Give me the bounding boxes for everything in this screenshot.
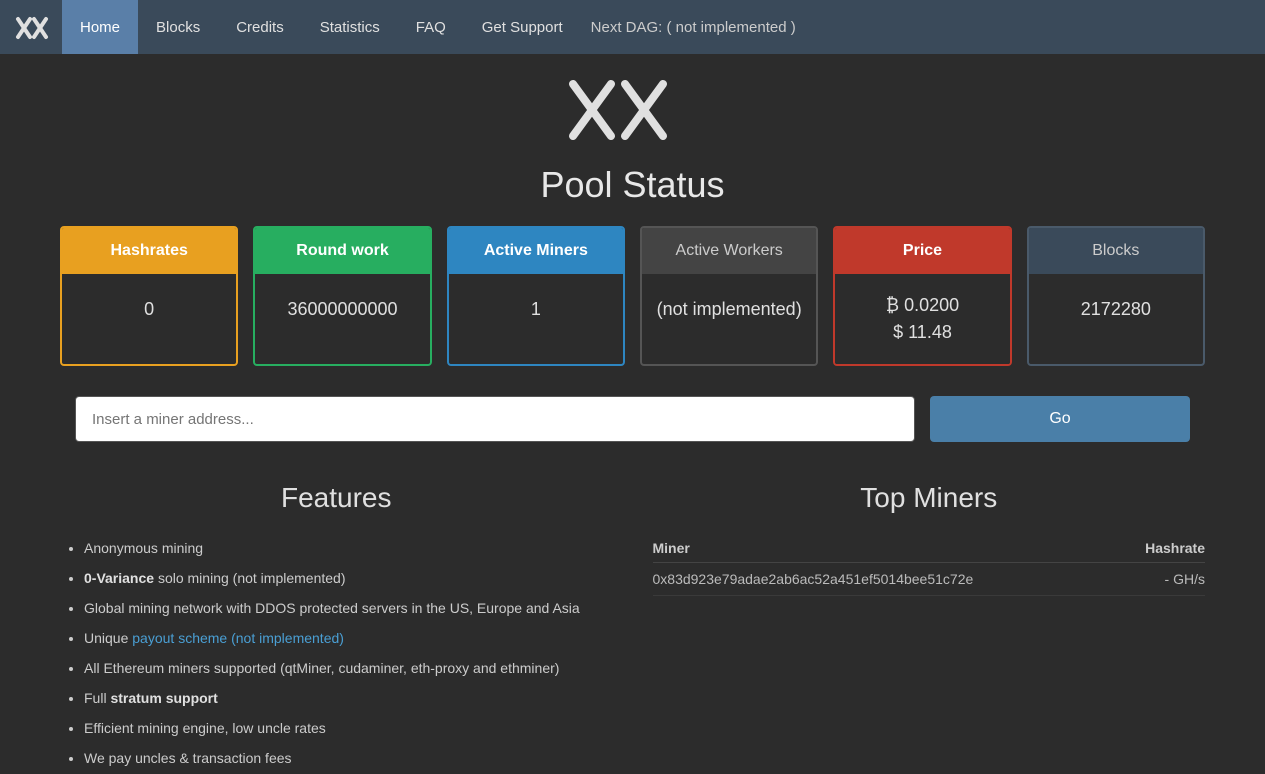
nav-item-home[interactable]: Home — [62, 0, 138, 54]
col-miner-header: Miner — [653, 534, 1119, 563]
table-row: 0x83d923e79adae2ab6ac52a451ef5014bee51c7… — [653, 563, 1206, 596]
card-hashrates-value: 0 — [62, 274, 236, 344]
features-list: Anonymous mining 0-Variance solo mining … — [60, 534, 613, 772]
top-miners-section: Top Miners Miner Hashrate 0x83d923e79ada… — [653, 482, 1206, 774]
card-roundwork-label: Round work — [255, 228, 429, 274]
nav-item-statistics[interactable]: Statistics — [302, 0, 398, 54]
card-workers-label: Active Workers — [642, 228, 816, 274]
miner-address: 0x83d923e79adae2ab6ac52a451ef5014bee51c7… — [653, 563, 1119, 596]
list-item: Anonymous mining — [84, 534, 613, 562]
features-title: Features — [60, 482, 613, 514]
list-item: We pay uncles & transaction fees — [84, 744, 613, 772]
list-item: Unique payout scheme (not implemented) — [84, 624, 613, 652]
card-blocks: Blocks 2172280 — [1027, 226, 1205, 366]
card-price-label: Price — [835, 228, 1009, 274]
navigation: Home Blocks Credits Statistics FAQ Get S… — [0, 0, 1265, 54]
card-price: Price ₿ 0.0200 $ 11.48 — [833, 226, 1011, 366]
site-logo — [10, 5, 54, 49]
card-blocks-label: Blocks — [1029, 228, 1203, 274]
list-item: Full stratum support — [84, 684, 613, 712]
card-miners: Active Miners 1 — [447, 226, 625, 366]
nav-links: Home Blocks Credits Statistics FAQ Get S… — [62, 0, 581, 54]
list-item: Global mining network with DDOS protecte… — [84, 594, 613, 622]
list-item: All Ethereum miners supported (qtMiner, … — [84, 654, 613, 682]
miner-hashrate: - GH/s — [1118, 563, 1205, 596]
nav-item-support[interactable]: Get Support — [464, 0, 581, 54]
go-button[interactable]: Go — [930, 396, 1190, 442]
bottom-section: Features Anonymous mining 0-Variance sol… — [0, 482, 1265, 774]
card-roundwork: Round work 36000000000 — [253, 226, 431, 366]
hero-logo — [0, 54, 1265, 154]
features-section: Features Anonymous mining 0-Variance sol… — [60, 482, 613, 774]
card-hashrates: Hashrates 0 — [60, 226, 238, 366]
list-item: Efficient mining engine, low uncle rates — [84, 714, 613, 742]
card-price-usd: $ 11.48 — [893, 319, 952, 346]
search-section: Go — [0, 396, 1265, 442]
col-hashrate-header: Hashrate — [1118, 534, 1205, 563]
list-item: 0-Variance solo mining (not implemented) — [84, 564, 613, 592]
card-roundwork-value: 36000000000 — [255, 274, 429, 344]
card-workers: Active Workers (not implemented) — [640, 226, 818, 366]
card-hashrates-label: Hashrates — [62, 228, 236, 274]
nav-item-faq[interactable]: FAQ — [398, 0, 464, 54]
card-miners-label: Active Miners — [449, 228, 623, 274]
miners-table: Miner Hashrate 0x83d923e79adae2ab6ac52a4… — [653, 534, 1206, 596]
card-blocks-value: 2172280 — [1029, 274, 1203, 344]
dag-label: Next DAG: ( not implemented ) — [591, 19, 796, 36]
card-miners-value: 1 — [449, 274, 623, 344]
nav-item-credits[interactable]: Credits — [218, 0, 302, 54]
card-workers-value: (not implemented) — [642, 274, 816, 344]
pool-status-title: Pool Status — [0, 164, 1265, 206]
card-price-value: ₿ 0.0200 $ 11.48 — [835, 274, 1009, 364]
top-miners-title: Top Miners — [653, 482, 1206, 514]
nav-item-blocks[interactable]: Blocks — [138, 0, 218, 54]
payout-scheme-link[interactable]: payout scheme (not implemented) — [132, 630, 344, 646]
miner-address-input[interactable] — [75, 396, 915, 442]
stat-cards: Hashrates 0 Round work 36000000000 Activ… — [0, 226, 1265, 366]
card-price-btc: ₿ 0.0200 — [886, 292, 959, 319]
